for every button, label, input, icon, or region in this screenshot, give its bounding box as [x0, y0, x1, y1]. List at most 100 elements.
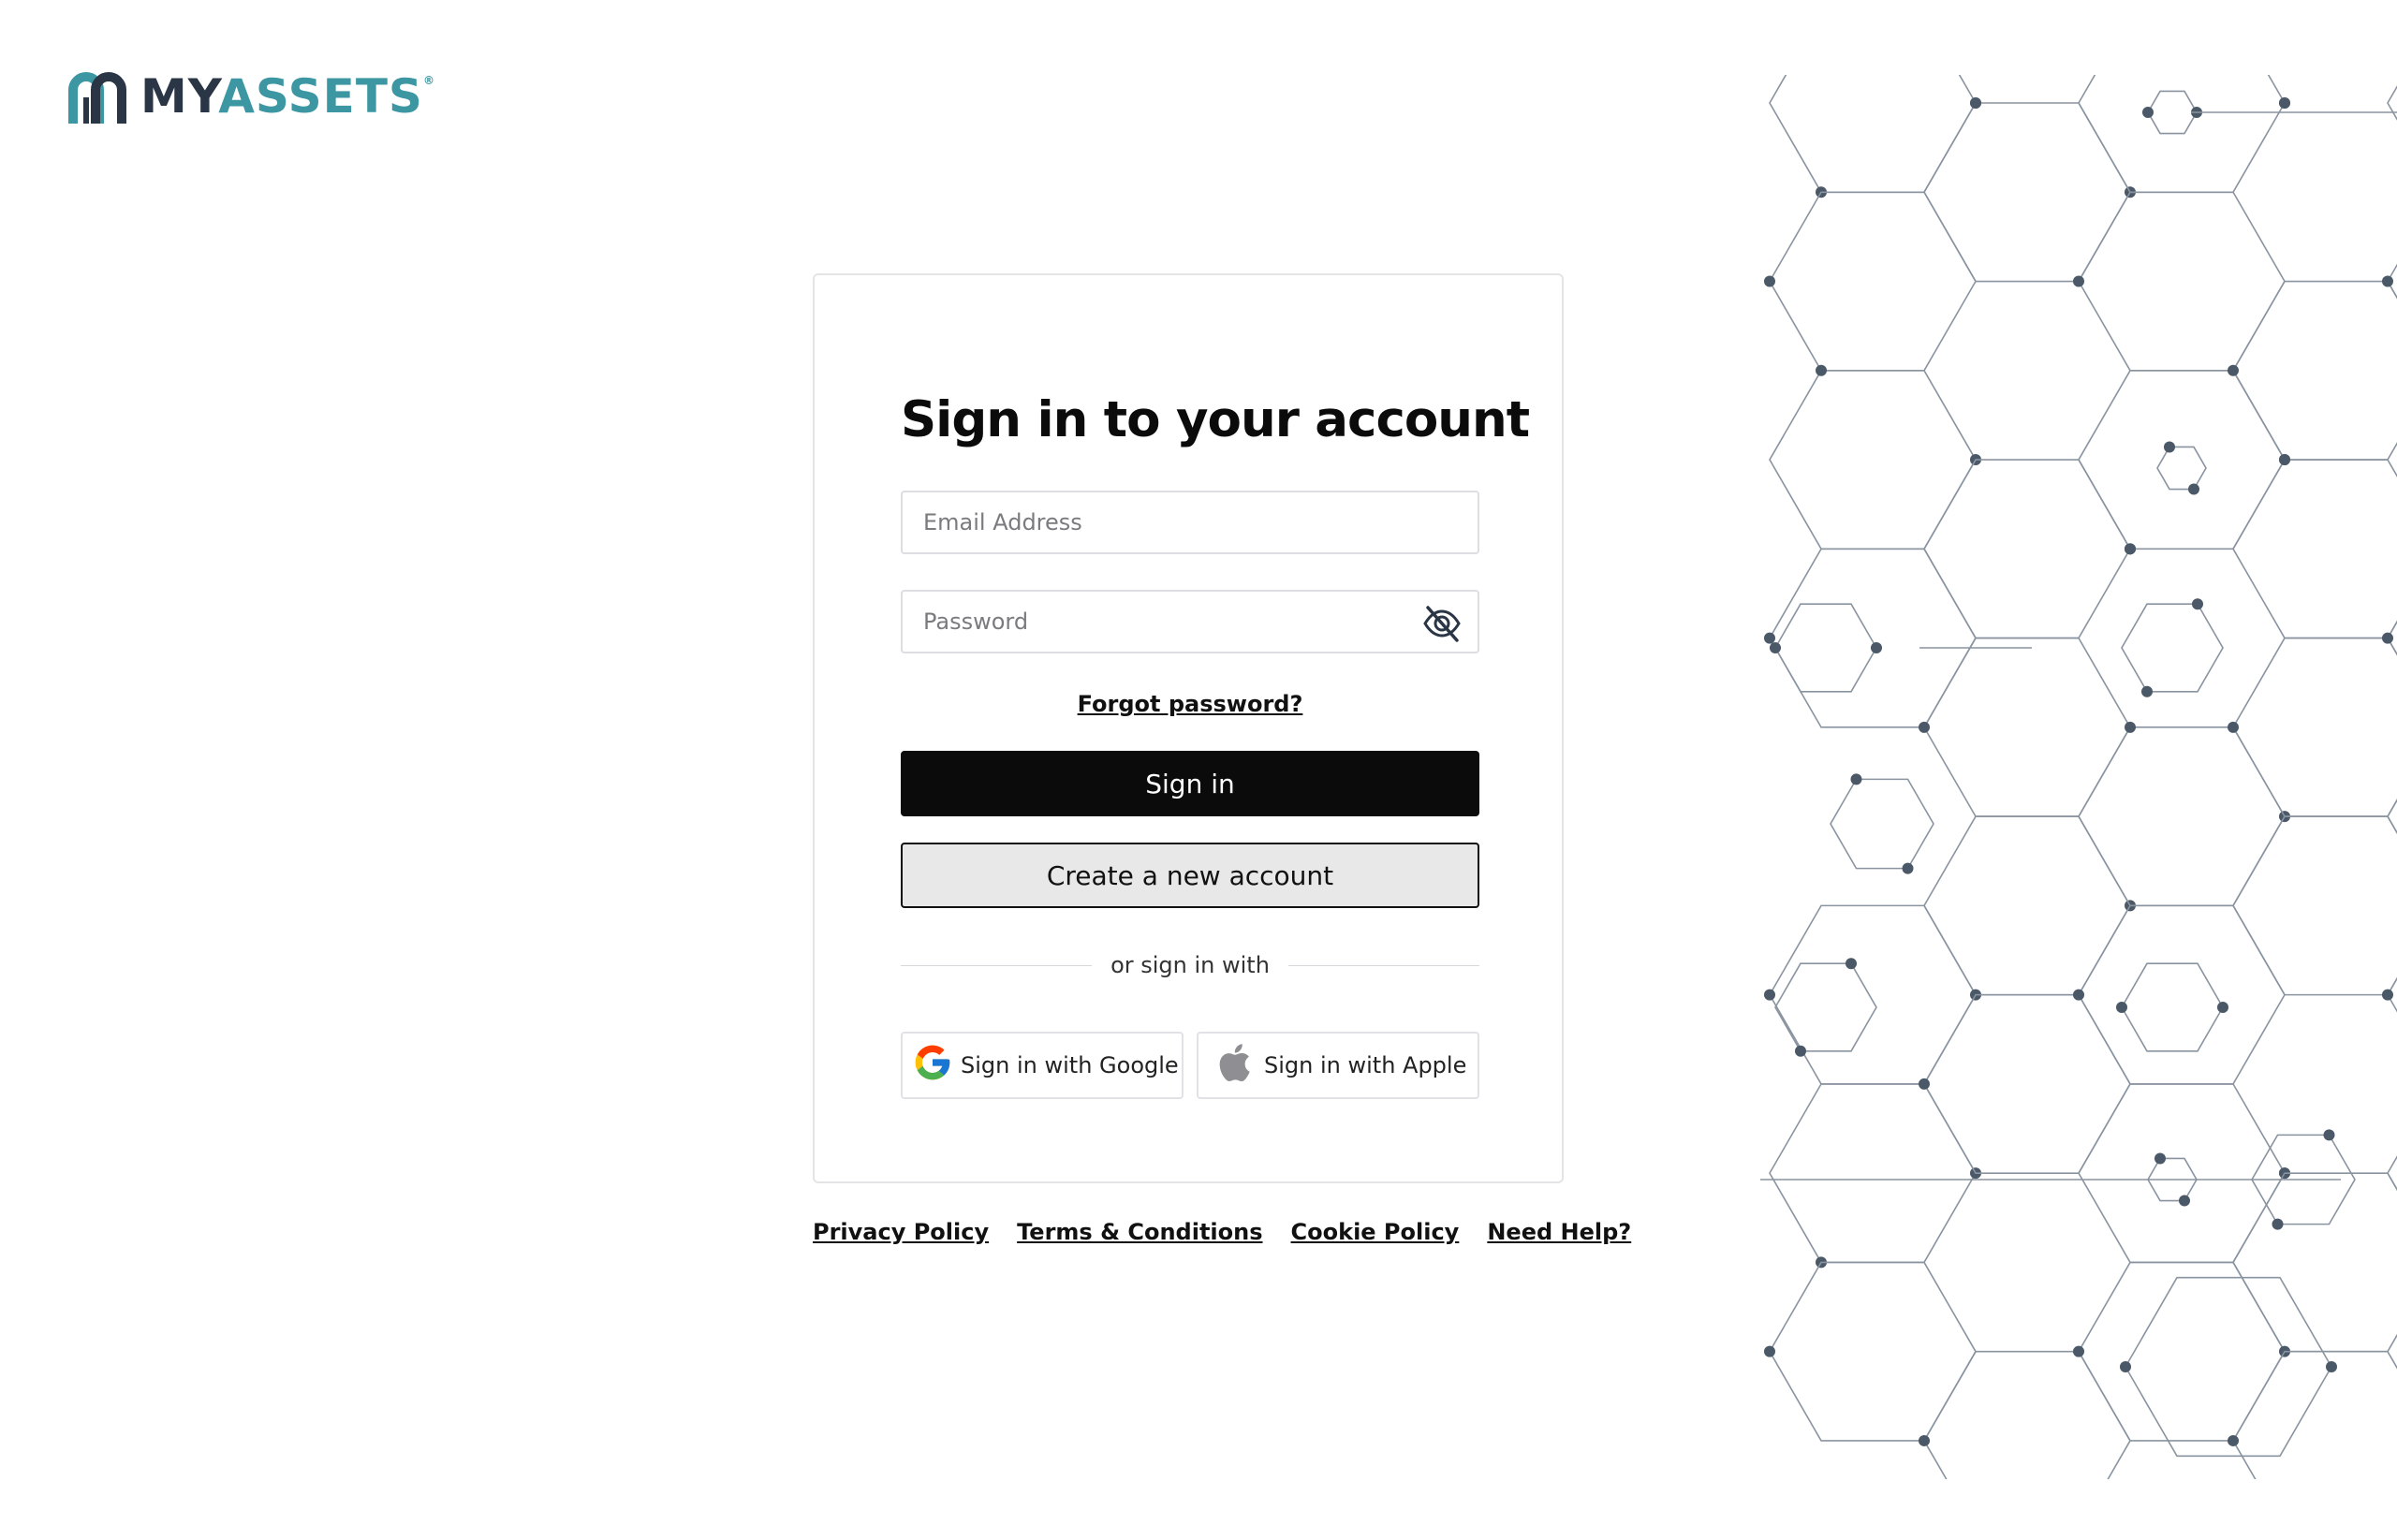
hexagon-shape	[2078, 1261, 2286, 1442]
hexagon-shape	[2078, 191, 2286, 372]
brand-logo[interactable]: MYASSETS®	[67, 67, 435, 125]
logo-text-my: MY	[140, 69, 219, 124]
logo-text-assets: ASSETS	[218, 69, 423, 124]
google-signin-label: Sign in with Google	[961, 1052, 1179, 1078]
hexagon-shape	[1923, 459, 2131, 639]
page-title: Sign in to your account	[901, 391, 1530, 448]
network-node	[1764, 1345, 1775, 1357]
network-node	[2188, 483, 2199, 495]
network-node	[2326, 1361, 2337, 1372]
network-node	[2125, 543, 2136, 555]
hexagon-shape	[1923, 993, 2131, 1174]
network-node	[2279, 454, 2290, 466]
password-field-container	[901, 590, 1479, 653]
create-account-button[interactable]: Create a new account	[901, 843, 1479, 908]
hexagon-shape	[1769, 904, 1977, 1085]
cookie-policy-link[interactable]: Cookie Policy	[1291, 1219, 1460, 1245]
hexagon-shape	[2147, 90, 2198, 135]
network-node	[1846, 958, 1857, 970]
hexagon-shape	[2387, 799, 2397, 835]
network-node	[2192, 598, 2203, 610]
hexagon-shape	[1923, 102, 2131, 283]
hexagon-shape	[2121, 603, 2224, 693]
hexagon-shape	[2232, 459, 2397, 639]
network-node	[1770, 642, 1781, 653]
hexagon-shape	[1769, 548, 1977, 728]
hexagon-shape	[2232, 280, 2397, 461]
network-node	[2116, 1002, 2127, 1013]
hexagon-shape	[1923, 815, 2131, 996]
network-node	[2120, 1361, 2131, 1372]
apple-signin-button[interactable]: Sign in with Apple	[1197, 1032, 1479, 1099]
network-node	[1970, 97, 1981, 109]
hexagon-network-decoration	[1760, 75, 2397, 1479]
network-node	[1850, 773, 1862, 785]
hexagon-shape	[2078, 369, 2286, 550]
signin-card: Sign in to your account Forgot password?…	[813, 273, 1564, 1183]
hexagon-shape	[2387, 85, 2397, 121]
forgot-password-link[interactable]: Forgot password?	[901, 691, 1479, 717]
network-node	[1816, 364, 1827, 376]
password-field[interactable]	[903, 592, 1478, 652]
network-node	[2323, 1129, 2335, 1141]
google-signin-button[interactable]: Sign in with Google	[901, 1032, 1184, 1099]
hexagon-shape	[2232, 637, 2397, 817]
signin-page: MYASSETS® Sign in to your account Forg	[0, 0, 2397, 1540]
email-field[interactable]	[903, 492, 1478, 552]
hexagon-shape	[1774, 603, 1877, 693]
network-node	[2228, 364, 2239, 376]
network-node	[2228, 1434, 2239, 1446]
network-node	[2279, 97, 2290, 109]
registered-mark: ®	[422, 74, 435, 87]
hexagon-shape	[2387, 1155, 2397, 1192]
hexagon-shape	[1923, 637, 2131, 817]
network-node	[2073, 989, 2084, 1001]
hexagon-shape	[1769, 75, 1977, 194]
logo-wordmark: MYASSETS®	[140, 73, 435, 120]
hexagon-shape	[1923, 1350, 2131, 1479]
network-node	[2073, 275, 2084, 287]
network-node	[2217, 1002, 2228, 1013]
eye-off-icon[interactable]	[1421, 603, 1463, 644]
hexagon-shape	[1830, 778, 1934, 870]
network-node	[2164, 441, 2175, 453]
network-node	[1764, 632, 1775, 644]
hexagon-shape	[2156, 446, 2207, 491]
apple-signin-label: Sign in with Apple	[1264, 1052, 1467, 1078]
privacy-policy-link[interactable]: Privacy Policy	[813, 1219, 989, 1245]
hexagon-shape	[2078, 1083, 2286, 1264]
network-node	[1919, 721, 1930, 733]
network-node	[1764, 989, 1775, 1001]
network-node	[1919, 1078, 1930, 1090]
hexagon-shape	[2078, 904, 2286, 1085]
hexagon-shape	[1769, 369, 1977, 550]
hexagon-shape	[1769, 1261, 1977, 1442]
network-node	[2272, 1218, 2284, 1230]
network-node	[2382, 632, 2393, 644]
network-node	[2125, 721, 2136, 733]
footer-links: Privacy Policy Terms & Conditions Cookie…	[813, 1219, 1631, 1245]
google-icon	[912, 1042, 953, 1089]
hexagon-shape	[2078, 726, 2286, 907]
hexagon-shape	[2232, 1350, 2397, 1479]
hexagon-shape	[1774, 962, 1877, 1052]
network-node	[1871, 642, 1882, 653]
network-node	[2382, 989, 2393, 1001]
divider-text: or sign in with	[1110, 952, 1270, 978]
network-node	[1902, 862, 1914, 874]
sign-in-button[interactable]: Sign in	[901, 751, 1479, 816]
network-node	[2228, 721, 2239, 733]
hexagon-shape	[1769, 191, 1977, 372]
social-divider: or sign in with	[901, 951, 1480, 979]
network-node	[2142, 107, 2154, 118]
hexagon-shape	[2232, 1172, 2397, 1353]
email-field-container	[901, 491, 1479, 554]
network-node	[1919, 1434, 1930, 1446]
network-node	[2073, 1345, 2084, 1357]
need-help-link[interactable]: Need Help?	[1487, 1219, 1631, 1245]
terms-conditions-link[interactable]: Terms & Conditions	[1017, 1219, 1262, 1245]
hexagon-shape	[2121, 962, 2224, 1052]
apple-icon	[1217, 1042, 1251, 1089]
divider-line-right	[1287, 964, 1480, 966]
hexagon-shape	[2125, 1276, 2332, 1458]
